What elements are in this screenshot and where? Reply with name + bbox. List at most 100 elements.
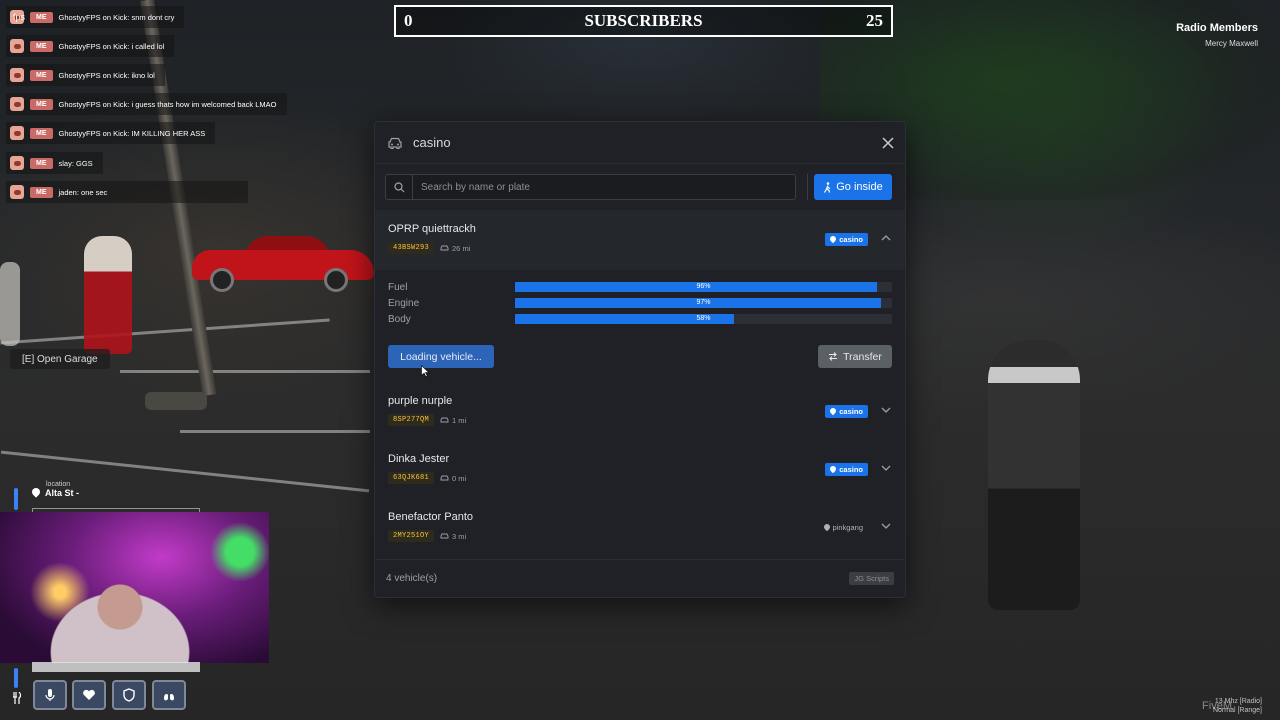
car-distance-icon bbox=[440, 475, 449, 481]
chat-text: GhostyyFPS on Kick: i called lol bbox=[58, 41, 165, 51]
pedestrian-edge bbox=[0, 262, 20, 346]
vehicle-distance: 26 mi bbox=[440, 244, 470, 253]
chat-text: jaden: one sec bbox=[58, 187, 108, 197]
chat-tag: ME bbox=[30, 127, 53, 139]
close-icon[interactable] bbox=[880, 135, 896, 151]
chat-line: ME jaden: one sec bbox=[6, 181, 248, 203]
mouse-cursor-icon bbox=[421, 365, 429, 377]
vehicle-garage-badge: casino bbox=[825, 405, 868, 418]
location-street: Alta St - bbox=[45, 488, 80, 498]
car-distance-icon bbox=[440, 245, 449, 251]
vehicle-distance-text: 3 mi bbox=[452, 531, 467, 541]
vehicle-distance: 1 mi bbox=[440, 416, 466, 425]
vehicle-distance-text: 1 mi bbox=[452, 415, 467, 425]
vehicle-item[interactable]: Benefactor Panto 2MY251OY 3 mi pinkgang bbox=[375, 498, 905, 556]
chat-line: ME GhostyyFPS on Kick: i guess thats how… bbox=[6, 93, 287, 115]
transfer-button[interactable]: Transfer bbox=[818, 345, 892, 368]
chat-text: slay: GGS bbox=[58, 158, 93, 168]
chevron-down-icon[interactable] bbox=[881, 464, 891, 472]
car-distance-icon bbox=[440, 417, 449, 423]
chevron-up-icon[interactable] bbox=[881, 234, 891, 242]
radio-members-panel: Radio Members Mercy Maxwell bbox=[1176, 22, 1258, 48]
chat-tag: ME bbox=[30, 98, 53, 110]
vehicle-garage-badge: casino bbox=[825, 233, 868, 246]
chat-tag: ME bbox=[30, 69, 53, 81]
fps-label: fps bbox=[13, 12, 26, 22]
go-inside-label: Go inside bbox=[836, 181, 883, 193]
garage-panel: casino Go inside OPRP quiettrackh bbox=[374, 121, 906, 598]
hud-health-button[interactable] bbox=[72, 680, 106, 710]
chat-bubble-icon bbox=[10, 97, 24, 111]
stat-value: 97% bbox=[696, 299, 711, 306]
road-marking bbox=[0, 318, 330, 345]
heart-icon bbox=[83, 689, 95, 700]
garage-footer: 4 vehicle(s) JG Scripts bbox=[375, 559, 905, 597]
stat-value: 96% bbox=[696, 283, 711, 290]
pin-icon bbox=[830, 466, 836, 473]
engine-stat: Engine 97% bbox=[388, 297, 892, 309]
hud-armor-button[interactable] bbox=[112, 680, 146, 710]
location-pin-icon bbox=[32, 488, 40, 498]
transfer-icon bbox=[829, 352, 838, 361]
vehicle-garage-text: casino bbox=[839, 407, 863, 416]
take-out-vehicle-button[interactable]: Loading vehicle... bbox=[388, 345, 494, 368]
vehicle-name: purple nurple bbox=[388, 395, 453, 407]
chat-bubble-icon bbox=[10, 156, 24, 170]
go-inside-button[interactable]: Go inside bbox=[814, 174, 892, 200]
stat-label: Body bbox=[388, 313, 411, 325]
pedestrian-red-outfit bbox=[84, 236, 132, 354]
radio-freq-line: 13 Mhz [Radio] bbox=[1214, 698, 1262, 705]
vehicle-item[interactable]: purple nurple 8SP277QM 1 mi casino bbox=[375, 382, 905, 440]
search-row: Go inside bbox=[385, 174, 892, 200]
chat-line: ME slay: GGS bbox=[6, 152, 103, 174]
subscriber-count-left: 0 bbox=[404, 11, 413, 30]
hud-voice-button[interactable] bbox=[33, 680, 67, 710]
chat-bubble-icon bbox=[10, 185, 24, 199]
search-divider bbox=[807, 174, 808, 200]
chevron-down-icon[interactable] bbox=[881, 406, 891, 414]
vehicle-garage-text: casino bbox=[839, 465, 863, 474]
vehicle-details: Fuel 96% Engine 97% Body 58% Loading veh… bbox=[375, 270, 905, 382]
pin-icon bbox=[824, 524, 830, 531]
pin-icon bbox=[830, 408, 836, 415]
search-box bbox=[385, 174, 796, 200]
subscriber-goal-bar: 0 SUBSCRIBERS 25 bbox=[394, 5, 893, 37]
radio-frequency: 13 Mhz [Radio] Normal [Range] bbox=[1213, 697, 1262, 715]
walking-person-icon bbox=[824, 181, 831, 193]
stat-track: 97% bbox=[515, 298, 892, 308]
transfer-label: Transfer bbox=[843, 350, 882, 363]
status-bar bbox=[14, 488, 18, 510]
open-garage-hint: [E] Open Garage bbox=[10, 349, 110, 369]
brand-tag: JG Scripts bbox=[849, 572, 894, 585]
vehicle-item[interactable]: OPRP quiettrackh 43BSW293 26 mi casino bbox=[375, 210, 905, 270]
vehicle-list: OPRP quiettrackh 43BSW293 26 mi casino F… bbox=[375, 210, 905, 556]
chevron-down-icon[interactable] bbox=[881, 522, 891, 530]
vehicle-garage-text: pinkgang bbox=[832, 523, 863, 532]
body-stat: Body 58% bbox=[388, 313, 892, 325]
microphone-icon bbox=[45, 689, 55, 701]
radio-members-title: Radio Members bbox=[1176, 22, 1258, 34]
vehicle-count: 4 vehicle(s) bbox=[386, 573, 438, 584]
vehicle-distance-text: 0 mi bbox=[452, 473, 467, 483]
search-input[interactable] bbox=[413, 175, 795, 199]
subscriber-title: SUBSCRIBERS bbox=[584, 11, 703, 30]
stat-track: 58% bbox=[515, 314, 892, 324]
webcam-frame-bottom bbox=[32, 662, 200, 672]
stat-label: Fuel bbox=[388, 281, 408, 293]
vehicle-item[interactable]: Dinka Jester 63QJK681 0 mi casino bbox=[375, 440, 905, 498]
stat-value: 58% bbox=[696, 315, 711, 322]
vehicle-plate: 8SP277QM bbox=[388, 414, 435, 426]
street-lamp-base bbox=[145, 392, 207, 410]
vehicle-garage-label: pinkgang bbox=[824, 521, 863, 534]
hud-stamina-button[interactable] bbox=[152, 680, 186, 710]
location-label: location bbox=[46, 481, 71, 488]
vehicle-plate: 63QJK681 bbox=[388, 472, 435, 484]
chat-text: GhostyyFPS on Kick: IM KILLING HER ASS bbox=[58, 128, 206, 138]
shield-icon bbox=[123, 688, 135, 702]
road-marking bbox=[120, 370, 370, 373]
chat-text: GhostyyFPS on Kick: i guess thats how im… bbox=[58, 99, 277, 109]
search-icon bbox=[393, 181, 404, 192]
subscriber-count-right: 25 bbox=[866, 11, 883, 30]
radio-member-name: Mercy Maxwell bbox=[1205, 39, 1258, 48]
pin-icon bbox=[830, 236, 836, 243]
